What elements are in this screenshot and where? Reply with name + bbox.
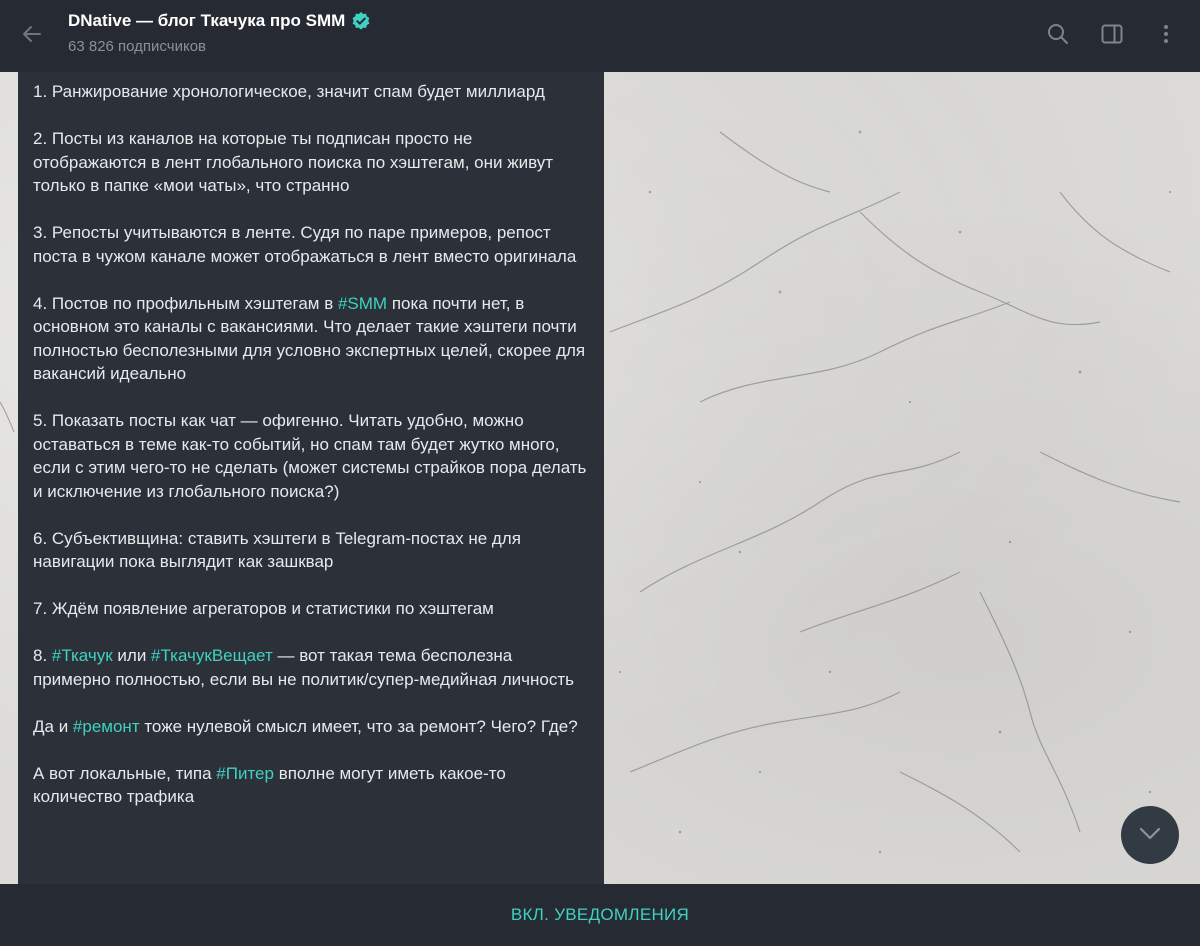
hashtag-link[interactable]: #ТкачукВещает [151, 646, 273, 665]
back-button[interactable] [14, 18, 50, 54]
text-span: или [112, 646, 152, 665]
verified-icon [351, 11, 371, 31]
enable-notifications-button[interactable]: ВКЛ. УВЕДОМЛЕНИЯ [511, 905, 689, 925]
post-paragraph-9: Да и #ремонт тоже нулевой смысл имеет, ч… [33, 715, 590, 739]
subscriber-count: 63 826 подписчиков [68, 38, 207, 55]
more-vertical-icon [1154, 22, 1178, 51]
post-paragraph-6: 6. Субъективщина: ставить хэштеги в Tele… [33, 528, 521, 572]
channel-info[interactable]: DNative — блог Ткачука про SMM 63 826 по… [68, 9, 371, 55]
post-paragraph-7: 7. Ждём появление агрегаторов и статисти… [33, 599, 494, 618]
channel-title: DNative — блог Ткачука про SMM [68, 11, 346, 30]
channel-post: 1. Ранжирование хронологическое, значит … [18, 72, 604, 884]
text-span: А вот локальные, типа [33, 763, 217, 783]
post-paragraph-5: 5. Показать посты как чат — офигенно. Чи… [33, 411, 587, 501]
search-icon [1046, 22, 1070, 51]
text-span: 8. [33, 646, 52, 665]
hashtag-link[interactable]: #Питер [216, 764, 274, 783]
hashtag-link[interactable]: #ремонт [73, 717, 140, 736]
search-button[interactable] [1038, 16, 1078, 56]
text-span: 4. Постов по профильным хэштегам в [33, 293, 338, 313]
post-paragraph-2: 2. Посты из каналов на которые ты подпис… [33, 129, 554, 195]
hashtag-link[interactable]: #Ткачук [52, 646, 113, 665]
chevron-down-icon [1136, 819, 1164, 852]
text-span: Да и [33, 716, 73, 736]
chat-header: DNative — блог Ткачука про SMM 63 826 по… [0, 0, 1200, 72]
post-paragraph-8: 8. #Ткачук или #ТкачукВещает — вот такая… [33, 644, 590, 691]
more-menu-button[interactable] [1146, 16, 1186, 56]
post-paragraph-1: 1. Ранжирование хронологическое, значит … [33, 82, 545, 101]
scroll-to-bottom-button[interactable] [1121, 806, 1179, 864]
text-span: тоже нулевой смысл имеет, что за ремонт?… [139, 716, 578, 736]
bottom-bar: ВКЛ. УВЕДОМЛЕНИЯ [0, 884, 1200, 946]
post-paragraph-3: 3. Репосты учитываются в ленте. Судя по … [33, 223, 577, 266]
post-paragraph-4: 4. Постов по профильным хэштегам в #SMM … [33, 292, 590, 386]
hashtag-link[interactable]: #SMM [338, 294, 387, 313]
sidebar-toggle-icon [1100, 22, 1124, 51]
back-arrow-icon [20, 22, 44, 51]
post-paragraph-10: А вот локальные, типа #Питер вполне могу… [33, 762, 590, 809]
sidebar-toggle-button[interactable] [1092, 16, 1132, 56]
